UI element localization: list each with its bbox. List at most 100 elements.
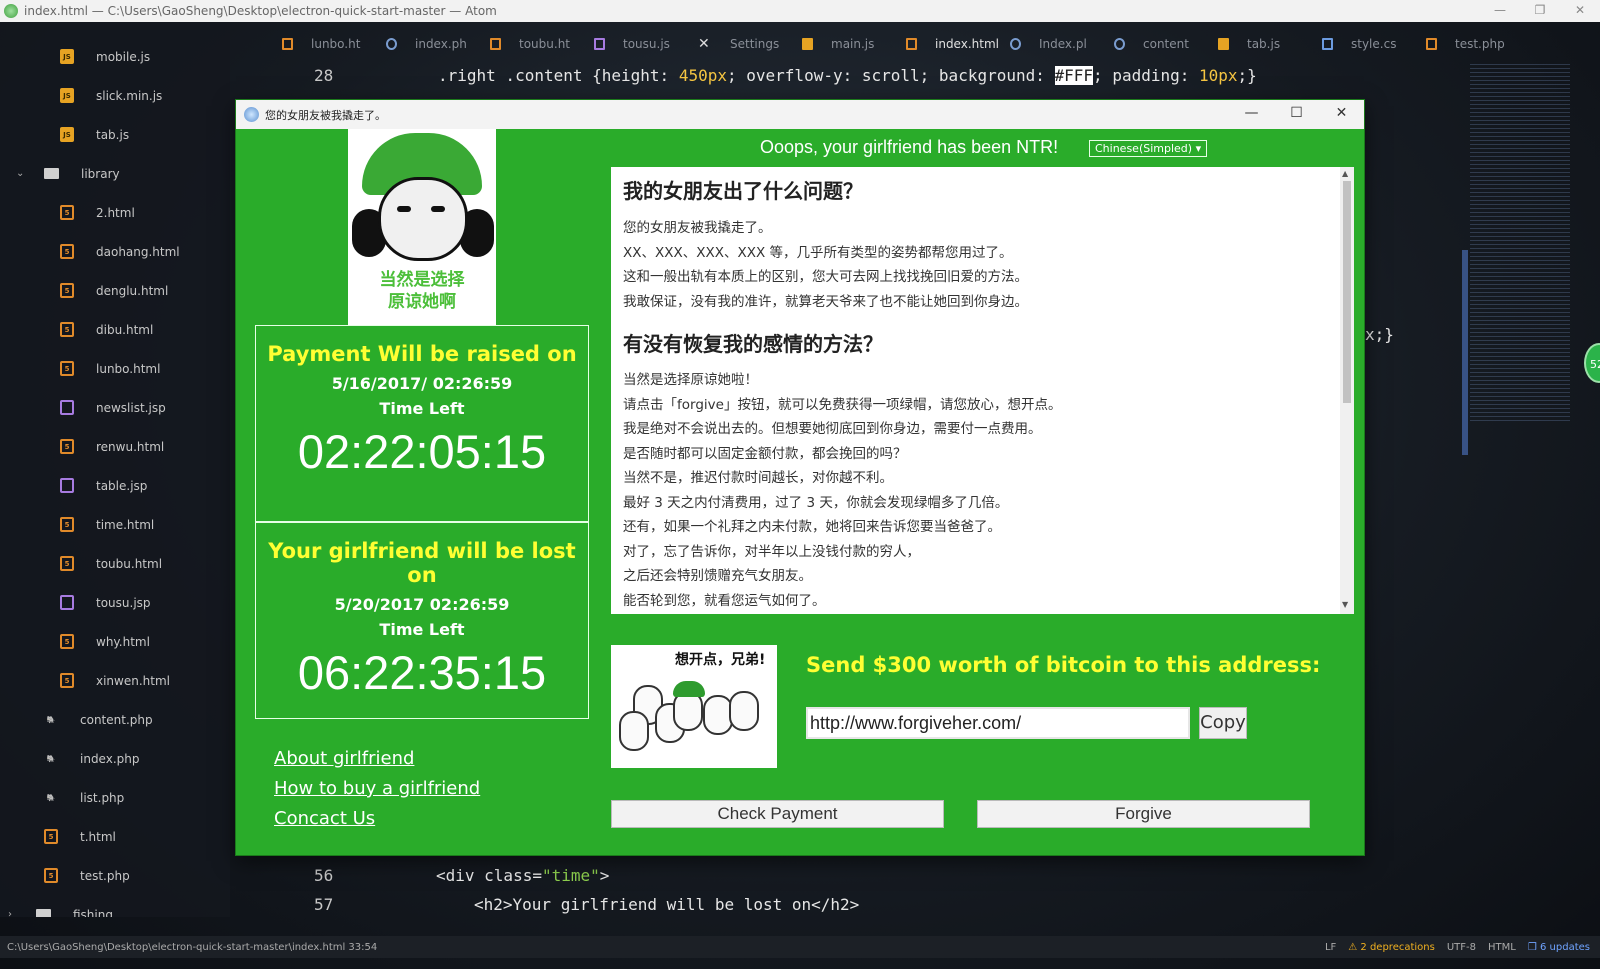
timer-heading: Payment Will be raised on — [267, 342, 577, 366]
minimize-icon[interactable]: — — [1229, 100, 1274, 129]
minimap-viewport-indicator[interactable] — [1462, 250, 1468, 455]
copy-button[interactable]: Copy — [1199, 707, 1247, 739]
time-left-label: Time Left — [379, 620, 465, 639]
scroll-down-icon[interactable]: ▼ — [1342, 600, 1348, 609]
tab-tousu-js[interactable]: tousu.js — [594, 37, 698, 51]
sidebar-item-tousu-jsp[interactable]: tousu.jsp — [0, 583, 230, 622]
sidebar-item-test-php[interactable]: 5 test.php — [0, 856, 230, 895]
tab-tab-js[interactable]: tab.js — [1218, 37, 1322, 51]
code-line-28[interactable]: .right .content {height: 450px; overflow… — [438, 66, 1257, 85]
folder-icon — [36, 909, 51, 917]
sidebar-item-fishing[interactable]: › fishing — [0, 895, 230, 917]
sidebar-item-label: tab.js — [96, 127, 130, 142]
sidebar-item-toubu-html[interactable]: 5 toubu.html — [0, 544, 230, 583]
html-file-icon: 5 — [60, 517, 74, 532]
editor-minimap[interactable] — [1470, 64, 1570, 424]
message-line: 之后还会特别馈赠充气女朋友。 — [623, 568, 812, 584]
sidebar-item-daohang-html[interactable]: 5 daohang.html — [0, 232, 230, 271]
floating-notification-badge[interactable]: 52 — [1584, 343, 1600, 383]
tab-settings[interactable]: ✕ Settings — [698, 37, 802, 51]
sidebar-item-denglu-html[interactable]: 5 denglu.html — [0, 271, 230, 310]
chevron-down-icon[interactable]: ⌄ — [16, 168, 24, 179]
message-line: 当然不是，推迟付款时间越长，对你越不利。 — [623, 470, 893, 486]
html-file-icon — [490, 38, 501, 50]
sidebar-item-newslist-jsp[interactable]: newslist.jsp — [0, 388, 230, 427]
tab-index-ph[interactable]: index.ph — [386, 37, 490, 51]
status-file-path[interactable]: C:\Users\GaoSheng\Desktop\electron-quick… — [7, 942, 377, 953]
sidebar-item-tab-js[interactable]: JS tab.js — [0, 115, 230, 154]
message-line: 我是绝对不会说出去的。但想要她彻底回到你身边，需要付一点费用。 — [623, 421, 1042, 437]
forgive-button[interactable]: Forgive — [977, 800, 1310, 828]
message-line: 这和一般出轨有本质上的区别，您大可去网上找找挽回旧爱的方法。 — [623, 269, 1028, 285]
close-icon[interactable]: ✕ — [1319, 100, 1364, 129]
sidebar-item-why-html[interactable]: 5 why.html — [0, 622, 230, 661]
minimize-icon[interactable]: — — [1480, 0, 1520, 22]
sidebar-item-dibu-html[interactable]: 5 dibu.html — [0, 310, 230, 349]
scroll-up-icon[interactable]: ▲ — [1342, 169, 1348, 178]
sidebar-item-xinwen-html[interactable]: 5 xinwen.html — [0, 661, 230, 700]
how-to-buy-link[interactable]: How to buy a girlfriend — [274, 774, 480, 804]
sidebar-item-mobile-js[interactable]: JS mobile.js — [0, 37, 230, 76]
sidebar-item-label: list.php — [80, 790, 125, 805]
tab-main-js[interactable]: main.js — [802, 37, 906, 51]
status-grammar[interactable]: HTML — [1488, 942, 1516, 953]
status-updates[interactable]: ❒ 6 updates — [1528, 942, 1590, 953]
contact-us-link[interactable]: Concact Us — [274, 804, 480, 834]
meme-figure — [673, 691, 703, 731]
message-line: 我敢保证，没有我的准许，就算老天爷来了也不能让她回到你身边。 — [623, 293, 1028, 310]
meme-caption: 当然是选择 原谅她啊 — [348, 269, 496, 313]
deprecations-label: 2 deprecations — [1360, 941, 1435, 953]
message-scrollbar[interactable]: ▲ ▼ — [1340, 167, 1354, 614]
code-line-57[interactable]: <h2>Your girlfriend will be lost on</h2> — [474, 895, 859, 914]
code-token: <div class= — [436, 866, 542, 885]
tab-test-php[interactable]: test.php — [1426, 37, 1530, 51]
php-file-icon: 🐘 — [46, 715, 56, 724]
sidebar-item-content-php[interactable]: 🐘 content.php — [0, 700, 230, 739]
sidebar-item-label: daohang.html — [96, 244, 180, 259]
sidebar-item-renwu-html[interactable]: 5 renwu.html — [0, 427, 230, 466]
message-panel[interactable]: 我的女朋友出了什么问题？ 您的女朋友被我撬走了。 XX、XXX、XXX、XXX 等… — [611, 167, 1354, 614]
sidebar-item-index-php[interactable]: 🐘 index.php — [0, 739, 230, 778]
sidebar-item-time-html[interactable]: 5 time.html — [0, 505, 230, 544]
html-file-icon: 5 — [60, 322, 74, 337]
tab-toubu-ht[interactable]: toubu.ht — [490, 37, 594, 51]
status-line-ending[interactable]: LF — [1325, 942, 1336, 953]
sidebar-item-label: fishing — [73, 907, 113, 918]
tab-label: style.cs — [1351, 37, 1397, 51]
close-icon[interactable]: ✕ — [1560, 0, 1600, 22]
sidebar-item-table-jsp[interactable]: table.jsp — [0, 466, 230, 505]
tab-label: Settings — [730, 37, 780, 51]
rage-comic-meme-image: 想开点，兄弟! — [611, 645, 777, 768]
scrollbar-thumb[interactable] — [1343, 181, 1351, 403]
js-file-icon — [802, 38, 813, 50]
warning-icon: ⚠ — [1348, 941, 1358, 953]
sidebar-item-t-html[interactable]: 5 t.html — [0, 817, 230, 856]
dialog-titlebar[interactable]: 您的女朋友被我撬走了。 — ☐ ✕ — [236, 100, 1364, 129]
tab-content[interactable]: content — [1114, 37, 1218, 51]
sidebar-item-library[interactable]: ⌄ library — [0, 154, 230, 193]
status-encoding[interactable]: UTF-8 — [1447, 942, 1476, 953]
code-line-56[interactable]: <div class="time"> — [436, 866, 609, 885]
chevron-right-icon[interactable]: › — [8, 909, 12, 917]
bitcoin-address-field[interactable]: http://www.forgiveher.com/ — [806, 707, 1190, 739]
about-girlfriend-link[interactable]: About girlfriend — [274, 744, 480, 774]
message-line: 当然是选择原谅她啦！ — [623, 372, 758, 388]
language-select[interactable]: Chinese(Simpled) ▾ — [1089, 140, 1207, 157]
tab-index-pl[interactable]: Index.pl — [1010, 37, 1114, 51]
sidebar-item-label: mobile.js — [96, 49, 151, 64]
sidebar-item-slick-min-js[interactable]: JS slick.min.js — [0, 76, 230, 115]
tab-lunbo-ht[interactable]: lunbo.ht — [282, 37, 386, 51]
sidebar-item-label: newslist.jsp — [96, 400, 166, 415]
updates-label: 6 updates — [1540, 941, 1590, 953]
sidebar-item-lunbo-html[interactable]: 5 lunbo.html — [0, 349, 230, 388]
sidebar-item-2-html[interactable]: 5 2.html — [0, 193, 230, 232]
html-file-icon: 5 — [60, 244, 74, 259]
tab-index-html[interactable]: index.html — [906, 37, 1010, 51]
maximize-icon[interactable]: ☐ — [1274, 100, 1319, 129]
sidebar-item-list-php[interactable]: 🐘 list.php — [0, 778, 230, 817]
check-payment-button[interactable]: Check Payment — [611, 800, 944, 828]
status-deprecations[interactable]: ⚠ 2 deprecations — [1348, 942, 1435, 953]
tab-style-cs[interactable]: style.cs — [1322, 37, 1426, 51]
maximize-icon[interactable]: ❐ — [1520, 0, 1560, 22]
line-number: 28 — [314, 66, 334, 85]
